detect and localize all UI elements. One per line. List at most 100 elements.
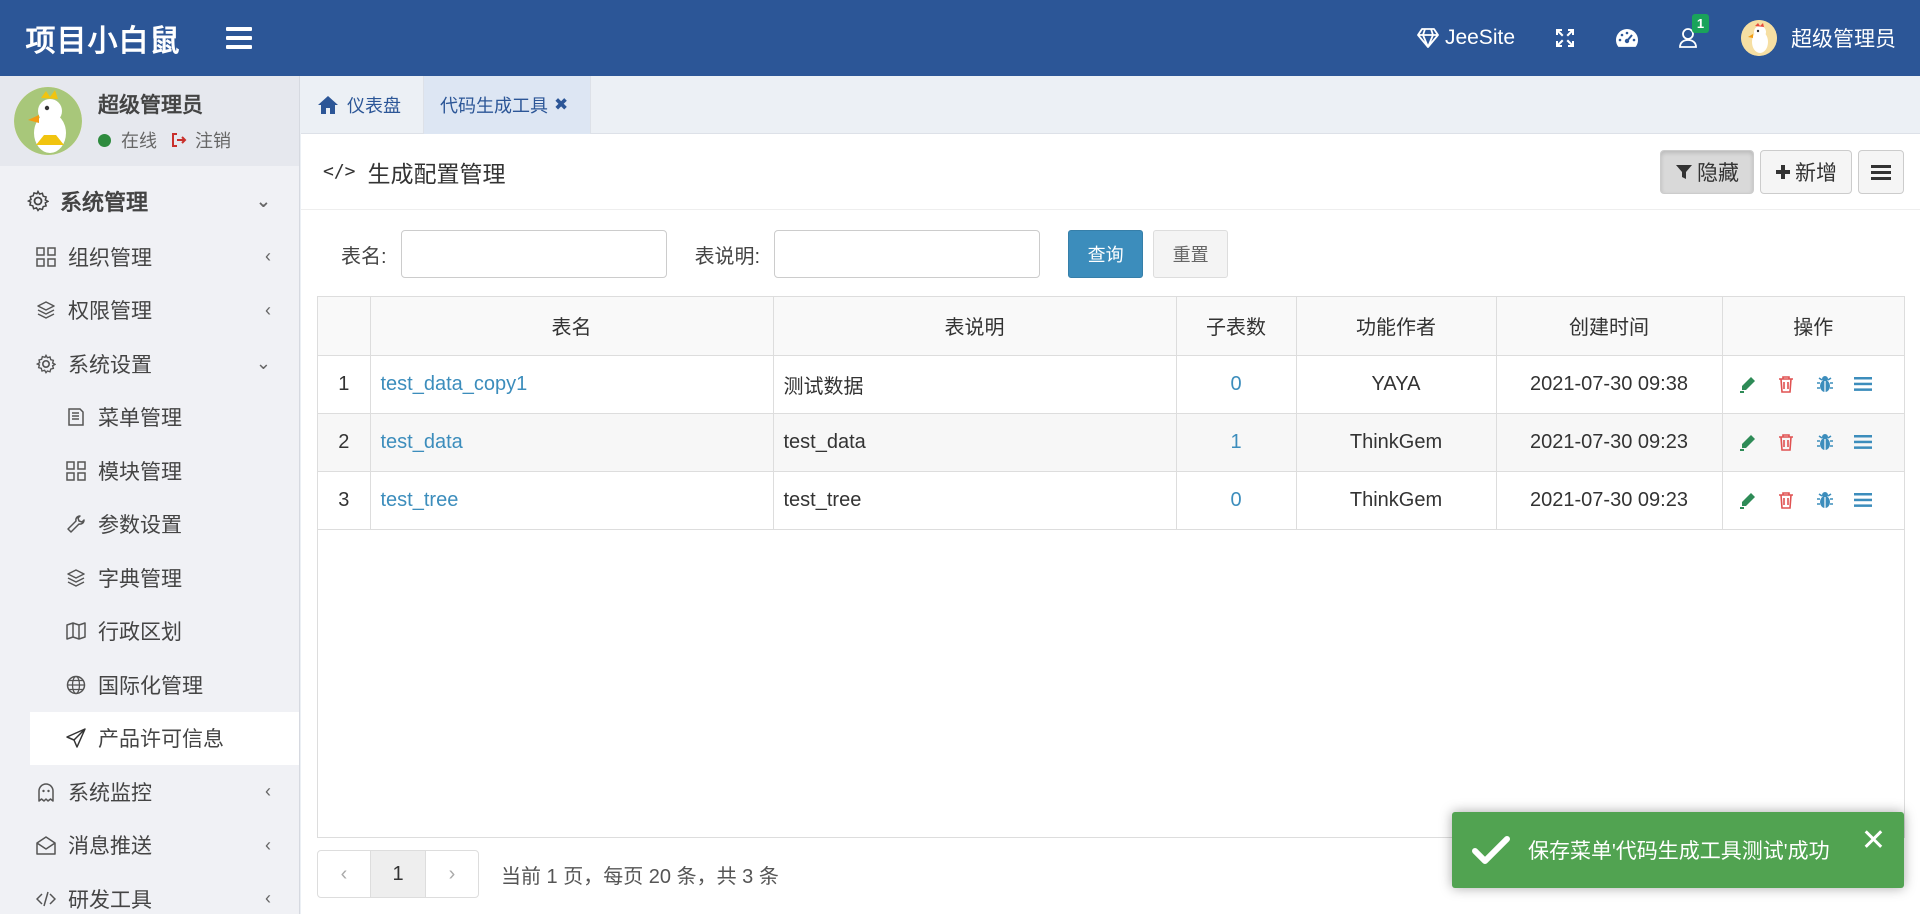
sidebar: 超级管理员 在线 注销 系统管理 ⌄ 组织管理 ‹ 权限管理 ‹ 系统设置 ⌄ … xyxy=(0,76,300,914)
sidebar-item-permission[interactable]: 权限管理 ‹ xyxy=(0,284,299,338)
ghost-icon xyxy=(34,780,58,804)
table-desc-input[interactable] xyxy=(774,230,1041,278)
code-icon: </> xyxy=(323,161,356,182)
pager-info: 当前 1 页，每页 20 条，共 3 条 xyxy=(501,865,779,888)
query-button[interactable]: 查询 xyxy=(1068,230,1144,278)
sidebar-item-label: 字典管理 xyxy=(98,567,182,591)
chevron-left-icon: ‹ xyxy=(265,246,271,267)
chevron-left-icon: ‹ xyxy=(265,834,271,855)
table-row[interactable]: 2 test_data test_data 1 ThinkGem 2021-07… xyxy=(318,413,1904,472)
sidebar-item-label: 研发工具 xyxy=(68,888,152,912)
bars-icon[interactable] xyxy=(1852,489,1874,511)
col-table-name[interactable]: 表名 xyxy=(370,297,774,356)
add-button[interactable]: 新增 xyxy=(1760,149,1852,194)
reset-button[interactable]: 重置 xyxy=(1153,230,1229,278)
sidebar-item-menu-mgmt[interactable]: 菜单管理 xyxy=(0,391,299,445)
book-icon xyxy=(64,405,88,429)
hide-search-button[interactable]: 隐藏 xyxy=(1660,149,1754,194)
more-options-button[interactable] xyxy=(1858,149,1904,194)
prev-page-button[interactable]: ‹ xyxy=(317,850,371,898)
table-name-input[interactable] xyxy=(400,230,667,278)
edit-icon[interactable] xyxy=(1737,373,1759,395)
row-actions xyxy=(1722,413,1904,472)
col-sub-count[interactable]: 子表数 xyxy=(1176,297,1297,356)
sub-count-link[interactable]: 0 xyxy=(1230,489,1241,511)
sub-count-link[interactable]: 1 xyxy=(1230,431,1241,453)
col-create-time[interactable]: 创建时间 xyxy=(1496,297,1723,356)
sidebar-item-dict[interactable]: 字典管理 xyxy=(0,551,299,605)
sidebar-item-monitor[interactable]: 系统监控 ‹ xyxy=(0,765,299,819)
table-name-link[interactable]: test_tree xyxy=(381,489,459,511)
bars-icon xyxy=(1871,164,1891,180)
tab-bar: 仪表盘 代码生成工具 ✖ xyxy=(301,76,1920,134)
close-icon[interactable]: ✕ xyxy=(1861,826,1886,856)
table-desc-cell: 测试数据 xyxy=(773,355,1177,414)
bars-icon[interactable] xyxy=(1852,431,1874,453)
logout-link[interactable]: 注销 xyxy=(195,127,231,153)
table-name-label: 表名: xyxy=(341,245,387,268)
sidebar-item-label: 国际化管理 xyxy=(98,674,203,698)
sidebar-item-label: 消息推送 xyxy=(68,835,152,859)
sidebar-item-message[interactable]: 消息推送 ‹ xyxy=(0,819,299,873)
tab-dashboard[interactable]: 仪表盘 xyxy=(301,76,424,134)
sidebar-item-label: 产品许可信息 xyxy=(98,728,224,752)
sub-count-link[interactable]: 0 xyxy=(1230,373,1241,395)
avatar xyxy=(14,87,82,155)
delete-icon[interactable] xyxy=(1775,431,1797,453)
table-name-link[interactable]: test_data_copy1 xyxy=(381,373,528,395)
col-index xyxy=(318,297,371,356)
fullscreen-button[interactable] xyxy=(1535,0,1595,76)
edit-icon[interactable] xyxy=(1737,431,1759,453)
edit-icon[interactable] xyxy=(1737,489,1759,511)
user-panel: 超级管理员 在线 注销 xyxy=(0,76,299,166)
sidebar-item-module-mgmt[interactable]: 模块管理 xyxy=(0,444,299,498)
row-actions xyxy=(1722,355,1904,414)
close-tab-icon[interactable]: ✖ xyxy=(554,95,568,115)
sidebar-item-label: 行政区划 xyxy=(98,621,182,645)
tab-codegen[interactable]: 代码生成工具 ✖ xyxy=(424,76,592,134)
pagination: ‹ 1 › 当前 1 页，每页 20 条，共 3 条 xyxy=(317,850,779,898)
jeesite-link[interactable]: JeeSite xyxy=(1397,0,1535,76)
author-cell: ThinkGem xyxy=(1296,413,1497,472)
sidebar-item-devtools[interactable]: 研发工具 ‹ xyxy=(0,872,299,914)
globe-icon xyxy=(64,673,88,697)
search-form: 表名: 表说明: 查询 重置 xyxy=(301,210,1920,298)
row-actions xyxy=(1722,471,1904,530)
dashboard-icon xyxy=(1616,29,1639,47)
delete-icon[interactable] xyxy=(1775,373,1797,395)
sidebar-item-area[interactable]: 行政区划 xyxy=(0,605,299,659)
sidebar-toggle-button[interactable] xyxy=(226,27,252,49)
sidebar-item-i18n[interactable]: 国际化管理 xyxy=(0,658,299,712)
bug-icon[interactable] xyxy=(1814,489,1836,511)
sidebar-item-license[interactable]: 产品许可信息 xyxy=(30,711,299,765)
table-row[interactable]: 3 test_tree test_tree 0 ThinkGem 2021-07… xyxy=(318,471,1904,530)
layers-icon xyxy=(34,298,58,322)
top-navbar: 项目小白鼠 JeeSite 1 超级管理员 xyxy=(0,0,1920,76)
bug-icon[interactable] xyxy=(1814,431,1836,453)
table-row[interactable]: 1 test_data_copy1 测试数据 0 YAYA 2021-07-30… xyxy=(318,355,1904,414)
sidebar-item-label: 参数设置 xyxy=(98,514,182,538)
chevron-left-icon: ‹ xyxy=(265,299,271,320)
plus-icon xyxy=(1776,164,1790,179)
page-title: 生成配置管理 xyxy=(367,160,506,187)
sidebar-item-settings[interactable]: 系统设置 ⌄ xyxy=(0,337,299,391)
sidebar-section-system[interactable]: 系统管理 ⌄ xyxy=(0,172,299,230)
user-menu[interactable]: 超级管理员 xyxy=(1721,0,1896,76)
envelope-open-icon xyxy=(34,833,58,857)
toast-message: 保存菜单'代码生成工具测试'成功 xyxy=(1528,839,1830,863)
next-page-button[interactable]: › xyxy=(425,850,479,898)
notifications-button[interactable]: 1 xyxy=(1659,0,1721,76)
bug-icon[interactable] xyxy=(1814,373,1836,395)
sidebar-item-org[interactable]: 组织管理 ‹ xyxy=(0,230,299,284)
sidebar-item-params[interactable]: 参数设置 xyxy=(0,498,299,552)
bars-icon[interactable] xyxy=(1852,373,1874,395)
table-desc-label: 表说明: xyxy=(694,245,761,268)
col-author[interactable]: 功能作者 xyxy=(1296,297,1497,356)
page-1-button[interactable]: 1 xyxy=(371,850,425,898)
top-right-actions: JeeSite 1 超级管理员 xyxy=(1397,0,1920,76)
col-table-desc[interactable]: 表说明 xyxy=(773,297,1177,356)
brand-logo-text[interactable]: 项目小白鼠 xyxy=(0,16,206,60)
table-name-link[interactable]: test_data xyxy=(381,431,463,453)
delete-icon[interactable] xyxy=(1775,489,1797,511)
dashboard-button[interactable] xyxy=(1595,0,1659,76)
